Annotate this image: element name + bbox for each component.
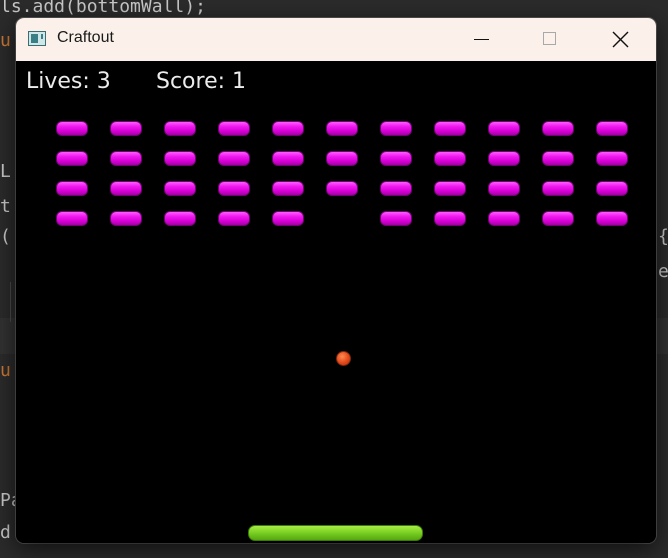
game-canvas[interactable]: Lives: 3 Score: 1 (16, 61, 656, 543)
code-line-2: u (0, 30, 11, 51)
brick-r1-c4 (218, 121, 250, 136)
brick-r1-c3 (164, 121, 196, 136)
brick-r1-c1 (56, 121, 88, 136)
brick-r1-c6 (326, 121, 358, 136)
brick-r2-c3 (164, 151, 196, 166)
brick-r3-c5 (272, 181, 304, 196)
brick-r4-c5 (272, 211, 304, 226)
brick-r2-c5 (272, 151, 304, 166)
minimize-button[interactable] (452, 18, 512, 61)
brick-r4-c10 (542, 211, 574, 226)
brick-grid (16, 61, 656, 543)
game-window: Craftout Lives: 3 Score: 1 (16, 18, 656, 543)
code-line-5: ( (0, 226, 11, 247)
brick-r3-c11 (596, 181, 628, 196)
brick-r4-c7 (380, 211, 412, 226)
brick-r3-c3 (164, 181, 196, 196)
code-line-6: u (0, 360, 11, 381)
editor-indent-guide (10, 282, 11, 322)
window-title: Craftout (57, 29, 114, 46)
code-line-9: { (658, 226, 668, 247)
app-window-icon (28, 31, 46, 46)
maximize-button[interactable] (520, 18, 580, 61)
code-line-4: t (0, 196, 11, 217)
brick-r1-c11 (596, 121, 628, 136)
code-line-10: e (658, 261, 668, 282)
brick-r3-c6 (326, 181, 358, 196)
brick-r1-c9 (488, 121, 520, 136)
brick-r2-c11 (596, 151, 628, 166)
ball (336, 351, 351, 366)
brick-r1-c10 (542, 121, 574, 136)
brick-r4-c4 (218, 211, 250, 226)
close-button[interactable] (590, 18, 650, 61)
brick-r4-c2 (110, 211, 142, 226)
brick-r1-c5 (272, 121, 304, 136)
code-line-3: L (0, 161, 11, 182)
brick-r4-c1 (56, 211, 88, 226)
brick-r3-c4 (218, 181, 250, 196)
brick-r2-c6 (326, 151, 358, 166)
brick-r3-c7 (380, 181, 412, 196)
title-bar[interactable]: Craftout (16, 18, 656, 61)
brick-r1-c8 (434, 121, 466, 136)
code-line-8: d (0, 522, 11, 543)
brick-r2-c10 (542, 151, 574, 166)
brick-r4-c9 (488, 211, 520, 226)
code-line-1: ls.add(bottomWall); (0, 0, 206, 17)
brick-r2-c9 (488, 151, 520, 166)
brick-r2-c1 (56, 151, 88, 166)
brick-r3-c8 (434, 181, 466, 196)
paddle[interactable] (248, 525, 423, 541)
brick-r2-c7 (380, 151, 412, 166)
close-icon (612, 31, 629, 48)
brick-r4-c3 (164, 211, 196, 226)
brick-r2-c2 (110, 151, 142, 166)
maximize-icon (543, 32, 556, 45)
brick-r4-c8 (434, 211, 466, 226)
brick-r2-c4 (218, 151, 250, 166)
minimize-icon (474, 39, 489, 40)
brick-r3-c1 (56, 181, 88, 196)
brick-r3-c9 (488, 181, 520, 196)
brick-r1-c7 (380, 121, 412, 136)
brick-r1-c2 (110, 121, 142, 136)
brick-r3-c2 (110, 181, 142, 196)
brick-r4-c11 (596, 211, 628, 226)
brick-r2-c8 (434, 151, 466, 166)
brick-r3-c10 (542, 181, 574, 196)
